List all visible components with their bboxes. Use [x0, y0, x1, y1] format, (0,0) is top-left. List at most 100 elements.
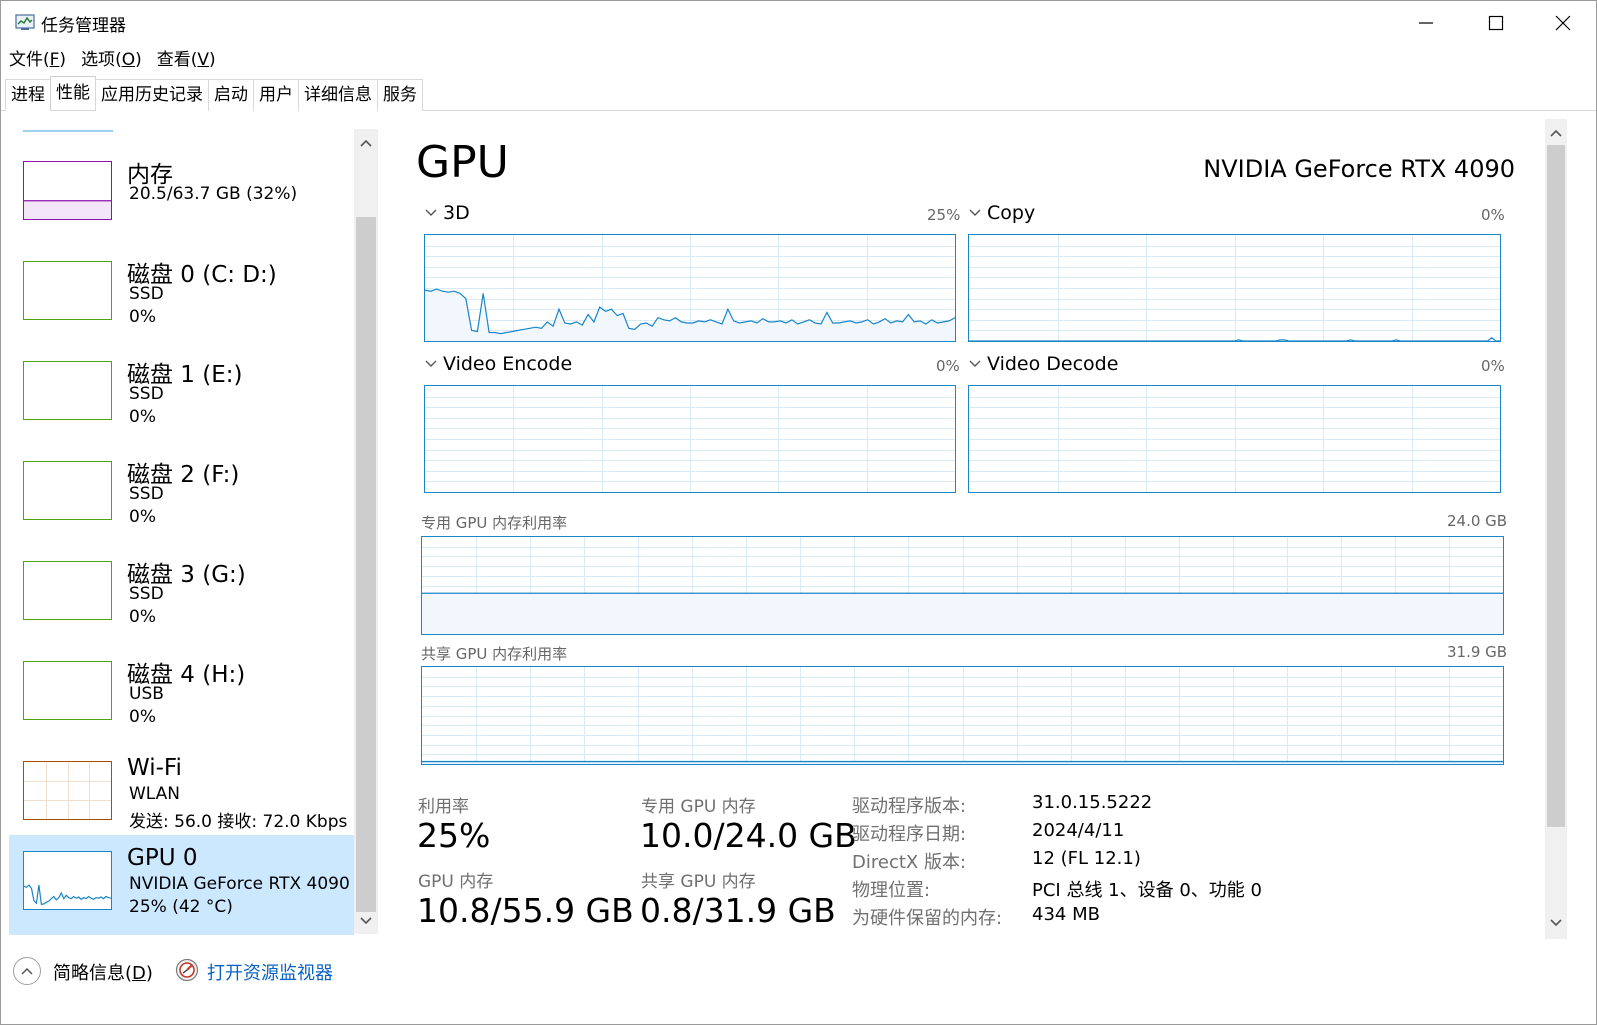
task-manager-icon — [15, 14, 35, 30]
detail-panel-scrollbar[interactable] — [1545, 119, 1567, 939]
shared-memory-graph — [421, 666, 1504, 765]
engine-name: Video Encode — [443, 353, 573, 375]
resource-gpu-0[interactable]: GPU 0 NVIDIA GeForce RTX 4090 25% (42 °C… — [9, 835, 354, 935]
gpu-detail-panel: GPU NVIDIA GeForce RTX 4090 3D 25% Copy … — [393, 119, 1543, 939]
engine-name: 3D — [443, 202, 470, 224]
resource-usage: 0% — [129, 307, 156, 327]
tab-app-history[interactable]: 应用历史记录 — [95, 79, 209, 111]
close-icon — [1555, 15, 1571, 31]
resource-disk-1[interactable]: 磁盘 1 (E:) SSD 0% — [9, 347, 354, 447]
resource-memory[interactable]: 内存 20.5/63.7 GB (32%) — [9, 147, 354, 247]
resource-type: SSD — [129, 584, 164, 604]
dedicated-memory-stat-value: 10.0/24.0 GB — [640, 816, 857, 855]
footer-bar: 简略信息(D) 打开资源监视器 — [1, 943, 1596, 1003]
resource-disk-3[interactable]: 磁盘 3 (G:) SSD 0% — [9, 547, 354, 647]
disk-thumbnail-graph — [23, 461, 112, 520]
open-resource-monitor-link[interactable]: 打开资源监视器 — [207, 959, 333, 985]
resource-detail: 20.5/63.7 GB (32%) — [129, 184, 298, 204]
scroll-down-button[interactable] — [1544, 911, 1568, 935]
minimize-button[interactable] — [1391, 1, 1461, 45]
engine-selector-video-decode[interactable]: Video Decode — [969, 353, 1118, 375]
driver-date-label: 驱动程序日期: — [852, 824, 967, 845]
scroll-up-button[interactable] — [354, 131, 378, 155]
title-bar: 任务管理器 — [1, 1, 1596, 45]
engine-name: Copy — [987, 202, 1036, 224]
shared-memory-label: 共享 GPU 内存利用率 — [421, 645, 568, 663]
chevron-down-icon — [360, 917, 372, 925]
engine-selector-video-encode[interactable]: Video Encode — [425, 353, 572, 375]
chevron-down-icon — [969, 209, 981, 216]
chevron-up-icon — [21, 967, 33, 975]
engine-selector-copy[interactable]: Copy — [969, 202, 1035, 224]
chevron-down-icon — [425, 209, 437, 216]
menu-view[interactable]: 查看(V) — [149, 45, 223, 73]
scrollbar-thumb[interactable] — [356, 217, 376, 912]
resource-type: WLAN — [129, 784, 181, 804]
driver-date-value: 2024/4/11 — [1032, 820, 1125, 841]
graph-canvas — [23, 884, 112, 909]
graph-canvas — [425, 235, 955, 341]
resource-name: GPU 0 — [127, 845, 198, 871]
physical-location-value: PCI 总线 1、设备 0、功能 0 — [1032, 880, 1262, 901]
resource-usage: 0% — [129, 707, 156, 727]
graph-canvas — [24, 762, 111, 819]
utilization-label: 利用率 — [418, 797, 469, 817]
resource-list-scrollbar[interactable] — [354, 129, 378, 934]
engine-selector-3d[interactable]: 3D — [425, 202, 470, 224]
driver-version-label: 驱动程序版本: — [852, 796, 967, 817]
resource-usage: 0% — [129, 507, 156, 527]
resource-wifi[interactable]: Wi-Fi WLAN 发送: 56.0 接收: 72.0 Kbps — [9, 747, 354, 847]
engine-video-encode-graph — [424, 385, 956, 493]
fewer-details-link[interactable]: 简略信息(D) — [53, 959, 153, 985]
graph-canvas — [422, 667, 1503, 764]
menu-bar: 文件(F) 选项(O) 查看(V) — [1, 45, 223, 75]
menu-options[interactable]: 选项(O) — [73, 45, 149, 73]
tab-services[interactable]: 服务 — [377, 79, 423, 111]
gpu-memory-stat-value: 10.8/55.9 GB — [417, 891, 634, 930]
chevron-up-icon — [1550, 129, 1562, 137]
shared-memory-stat-label: 共享 GPU 内存 — [641, 872, 756, 892]
resource-disk-4[interactable]: 磁盘 4 (H:) USB 0% — [9, 647, 354, 747]
dedicated-memory-stat-label: 专用 GPU 内存 — [641, 797, 756, 817]
physical-location-label: 物理位置: — [852, 880, 931, 901]
engine-percent: 25% — [927, 206, 961, 224]
graph-canvas — [24, 200, 111, 219]
tab-users[interactable]: 用户 — [253, 79, 299, 111]
usage-area — [422, 593, 1503, 634]
shared-memory-max: 31.9 GB — [1447, 643, 1508, 661]
resource-type: USB — [129, 684, 164, 704]
resource-usage: 0% — [129, 407, 156, 427]
fewer-details-button[interactable] — [13, 957, 41, 985]
tab-details[interactable]: 详细信息 — [298, 79, 378, 111]
engine-copy-graph — [968, 234, 1501, 342]
cut-off-item-edge — [23, 130, 113, 132]
tab-startup[interactable]: 启动 — [208, 79, 254, 111]
resource-disk-0[interactable]: 磁盘 0 (C: D:) SSD 0% — [9, 247, 354, 347]
disk-thumbnail-graph — [23, 561, 112, 620]
usage-area — [24, 200, 111, 219]
resource-usage: 0% — [129, 607, 156, 627]
tab-performance[interactable]: 性能 — [50, 76, 96, 110]
scroll-up-button[interactable] — [1544, 121, 1568, 145]
gpu-memory-stat-label: GPU 内存 — [418, 872, 494, 892]
engine-3d-graph — [424, 234, 956, 342]
resource-disk-2[interactable]: 磁盘 2 (F:) SSD 0% — [9, 447, 354, 547]
resource-name: Wi-Fi — [127, 755, 182, 781]
scrollbar-thumb[interactable] — [1547, 145, 1565, 827]
chevron-down-icon — [969, 360, 981, 367]
resource-type: SSD — [129, 484, 164, 504]
resource-list: 内存 20.5/63.7 GB (32%) 磁盘 0 (C: D:) SSD 0… — [9, 119, 354, 939]
scroll-down-button[interactable] — [354, 909, 378, 933]
engine-percent: 0% — [1481, 357, 1505, 375]
dedicated-memory-graph — [421, 536, 1504, 635]
maximize-button[interactable] — [1461, 1, 1531, 45]
tab-processes[interactable]: 进程 — [5, 79, 51, 111]
disk-thumbnail-graph — [23, 661, 112, 720]
chevron-down-icon — [1550, 919, 1562, 927]
task-manager-window: 任务管理器 文件(F) 选项(O) 查看(V) 进程 性能 应用历史记录 启动 … — [0, 0, 1597, 1025]
resource-type: SSD — [129, 384, 164, 404]
menu-file[interactable]: 文件(F) — [1, 45, 73, 73]
directx-version-label: DirectX 版本: — [852, 852, 967, 873]
close-button[interactable] — [1528, 1, 1597, 45]
driver-version-value: 31.0.15.5222 — [1032, 792, 1153, 813]
